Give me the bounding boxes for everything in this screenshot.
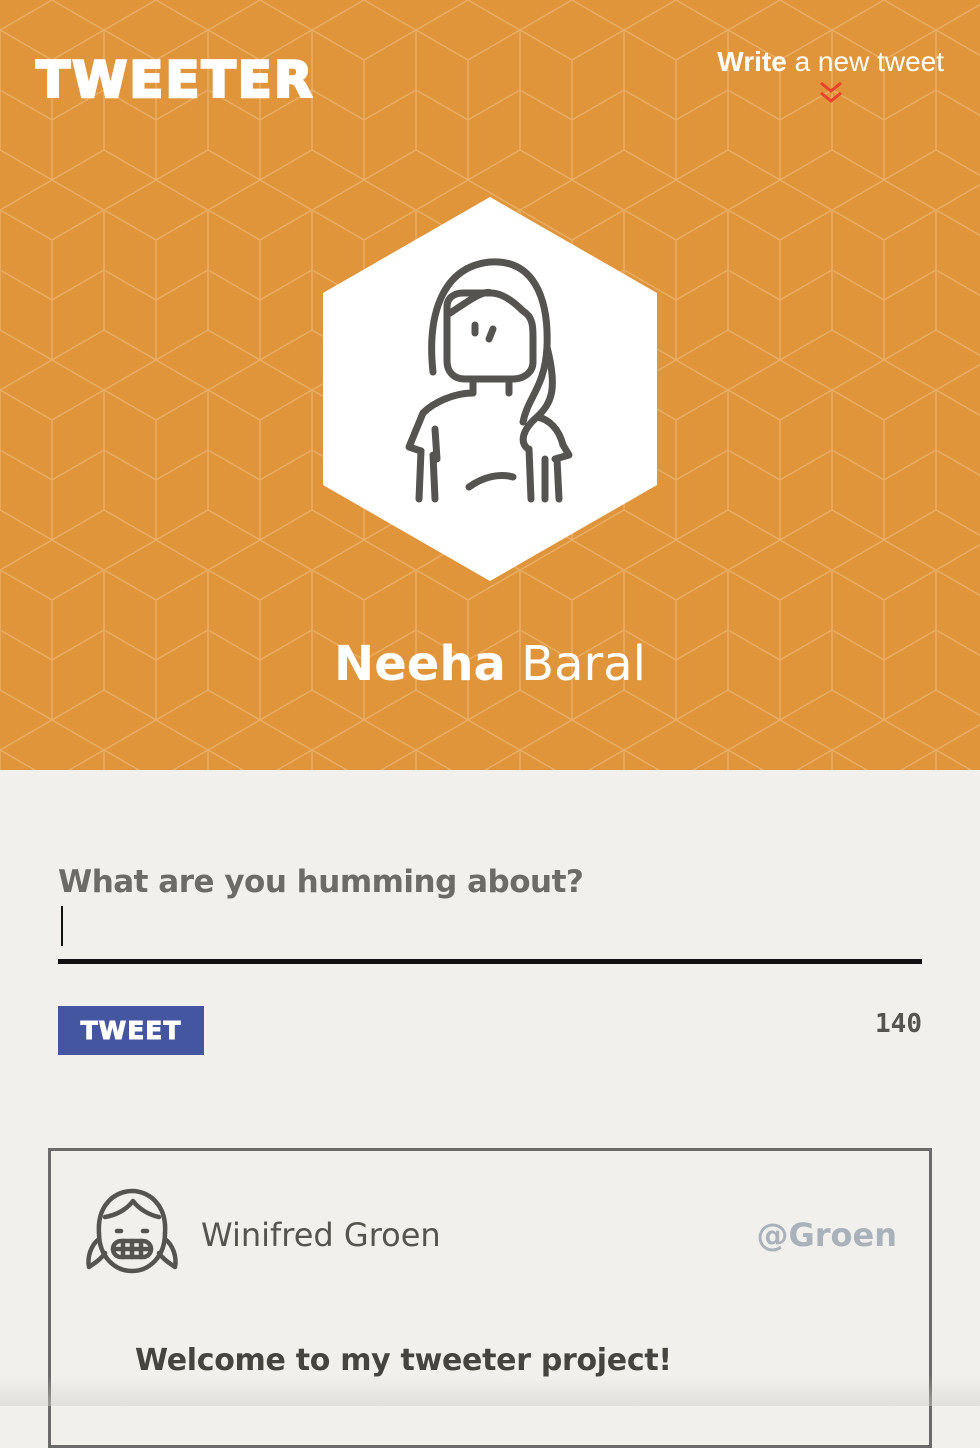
text-caret [61, 906, 63, 946]
write-new-tweet-link[interactable]: Write a new tweet [717, 44, 944, 108]
profile-header: TWEETER Write a new tweet Neeha Baral [0, 0, 980, 770]
tweet-text-input[interactable] [58, 904, 922, 964]
tweet-button[interactable]: TWEET [58, 1006, 204, 1055]
profile-avatar [323, 197, 657, 581]
composer-prompt: What are you humming about? [58, 864, 584, 900]
write-new-tweet-label[interactable]: Write a new tweet [717, 44, 944, 80]
tweet-author-name: Winifred Groen [201, 1216, 441, 1254]
bottom-fade [0, 1376, 980, 1406]
tweet-author-handle: @Groen [756, 1216, 897, 1254]
profile-name: Neeha Baral [0, 632, 980, 696]
character-counter: 140 [875, 1009, 922, 1039]
grinning-girl-avatar-icon [86, 1188, 178, 1274]
brand-logo[interactable]: TWEETER [35, 51, 314, 110]
profile-last-name: Baral [505, 636, 646, 692]
profile-first-name: Neeha [334, 636, 506, 692]
double-chevron-down-icon[interactable] [817, 80, 845, 108]
new-tweet-composer: What are you humming about? TWEET 140 [58, 860, 922, 1055]
